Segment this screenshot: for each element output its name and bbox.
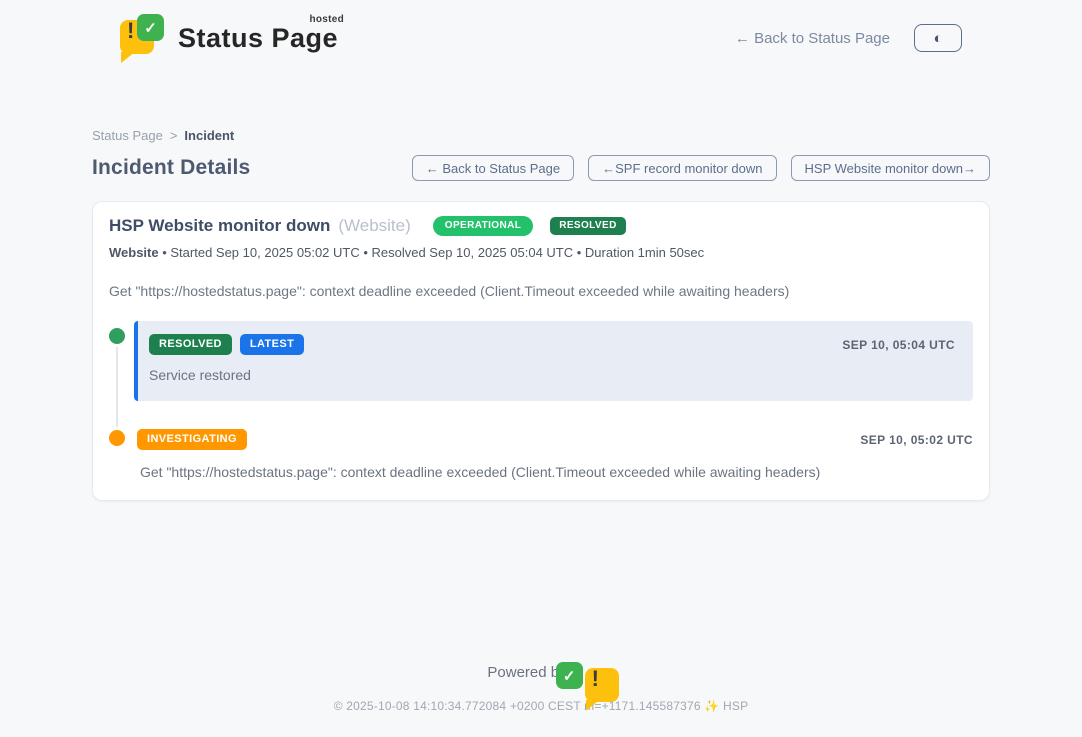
header-right: ← Back to Status Page ◐ bbox=[735, 24, 962, 52]
meta-details: • Started Sep 10, 2025 05:02 UTC • Resol… bbox=[159, 245, 705, 260]
timeline-message: Service restored bbox=[149, 367, 955, 383]
back-to-status-page-button[interactable]: ← Back to Status Page bbox=[412, 155, 574, 181]
latest-badge: LATEST bbox=[240, 334, 304, 355]
header-inner: ! ✓ Status Pagehosted ← Back to Status P… bbox=[120, 0, 962, 62]
title-row: Incident Details ← Back to Status Page ←… bbox=[92, 155, 990, 181]
resolved-badge: RESOLVED bbox=[550, 217, 625, 235]
incident-nav: ← Back to Status Page ←SPF record monito… bbox=[412, 155, 990, 181]
timeline-timestamp: SEP 10, 05:04 UTC bbox=[842, 338, 955, 352]
incident-meta: Website • Started Sep 10, 2025 05:02 UTC… bbox=[109, 245, 973, 260]
timeline-head: INVESTIGATING SEP 10, 05:02 UTC bbox=[137, 429, 973, 450]
incident-description: Get "https://hostedstatus.page": context… bbox=[109, 283, 973, 299]
timeline-entry-investigating: INVESTIGATING SEP 10, 05:02 UTC Get "htt… bbox=[109, 429, 973, 480]
contrast-icon: ◐ bbox=[933, 31, 942, 46]
incident-title-row: HSP Website monitor down (Website) OPERA… bbox=[109, 216, 973, 236]
theme-toggle-button[interactable]: ◐ bbox=[914, 24, 962, 52]
incident-card: HSP Website monitor down (Website) OPERA… bbox=[92, 201, 990, 501]
timeline-dot-orange bbox=[109, 430, 125, 446]
operational-badge: OPERATIONAL bbox=[433, 216, 533, 236]
breadcrumb-separator: > bbox=[170, 128, 178, 143]
timeline-head: RESOLVED LATEST SEP 10, 05:04 UTC bbox=[149, 334, 955, 355]
logo-bubble bbox=[585, 668, 619, 702]
breadcrumb-status-page[interactable]: Status Page bbox=[92, 128, 163, 143]
main-content: Status Page > Incident Incident Details ← … bbox=[92, 128, 990, 501]
powered-by-logo-icon[interactable]: ! ✓ bbox=[575, 662, 595, 683]
breadcrumb-incident: Incident bbox=[184, 128, 234, 143]
exclamation-icon: ! bbox=[592, 666, 599, 692]
back-to-status-page-link[interactable]: ← Back to Status Page bbox=[735, 30, 890, 47]
footer: Powered by ! ✓ © 2025-10-08 14:10:34.772… bbox=[0, 662, 1082, 737]
timeline-timestamp: SEP 10, 05:02 UTC bbox=[860, 433, 973, 447]
status-page-logo-icon: ! ✓ bbox=[120, 14, 166, 62]
timeline-message: Get "https://hostedstatus.page": context… bbox=[140, 464, 973, 480]
timeline-badges: RESOLVED LATEST bbox=[149, 334, 304, 355]
incident-component: (Website) bbox=[338, 216, 410, 236]
header: ! ✓ Status Pagehosted ← Back to Status P… bbox=[0, 0, 1082, 62]
timeline-entry-resolved: RESOLVED LATEST SEP 10, 05:04 UTC Servic… bbox=[109, 321, 973, 401]
prev-incident-button[interactable]: ←SPF record monitor down bbox=[588, 155, 776, 181]
logo[interactable]: ! ✓ Status Pagehosted bbox=[120, 14, 338, 62]
status-badge-investigating: INVESTIGATING bbox=[137, 429, 247, 450]
checkmark-icon: ✓ bbox=[137, 14, 164, 41]
powered-by-label: Powered by bbox=[487, 664, 566, 681]
brand-text: Status Page bbox=[178, 23, 338, 53]
brand-name: Status Pagehosted bbox=[178, 23, 338, 54]
powered-by-row: Powered by ! ✓ bbox=[0, 662, 1082, 683]
checkmark-icon: ✓ bbox=[556, 662, 583, 689]
status-badge-resolved: RESOLVED bbox=[149, 334, 232, 355]
page-title: Incident Details bbox=[92, 156, 250, 180]
copyright: © 2025-10-08 14:10:34.772084 +0200 CEST … bbox=[0, 699, 1082, 713]
timeline-dot-green bbox=[109, 328, 125, 344]
breadcrumb: Status Page > Incident bbox=[92, 128, 990, 143]
meta-component: Website bbox=[109, 245, 159, 260]
exclamation-icon: ! bbox=[127, 18, 134, 44]
incident-title: HSP Website monitor down bbox=[109, 216, 330, 236]
incident-timeline: RESOLVED LATEST SEP 10, 05:04 UTC Servic… bbox=[109, 321, 973, 480]
timeline-update-box: RESOLVED LATEST SEP 10, 05:04 UTC Servic… bbox=[134, 321, 973, 401]
next-incident-button[interactable]: HSP Website monitor down→ bbox=[791, 155, 990, 181]
hosted-superscript: hosted bbox=[309, 14, 344, 25]
